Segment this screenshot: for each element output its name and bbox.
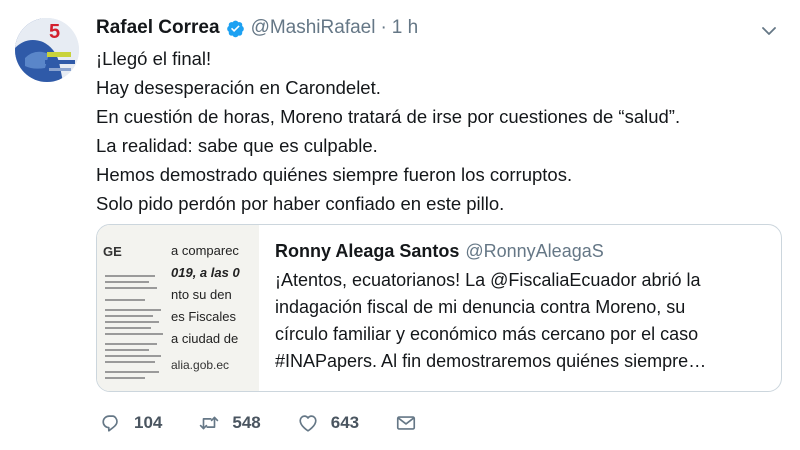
document-text: 019, a las 0 [171,265,240,280]
document-text: a ciudad de [171,331,238,346]
avatar[interactable]: 5 [15,18,79,82]
direct-message-button[interactable] [395,412,429,434]
quoted-author-name: Ronny Aleaga Santos [275,241,460,261]
document-url: alia.gob.ec [171,358,229,372]
document-logo: GE [103,244,122,259]
reply-count: 104 [134,413,163,432]
quoted-tweet-content: Ronny Aleaga Santos @RonnyAleagaS ¡Atento… [275,237,775,375]
verified-badge-icon [226,19,245,38]
svg-text:5: 5 [49,21,60,43]
like-count: 643 [330,413,360,432]
retweet-count: 548 [232,413,261,432]
tweet: 5 Rafael Correa @MashiRafael · 1 h ¡Lleg… [0,0,800,450]
tweet-text-line: La realidad: sabe que es culpable. [96,135,378,156]
reply-button[interactable]: 104 [100,412,162,434]
like-button[interactable]: 643 [297,412,359,434]
tweet-header: Rafael Correa @MashiRafael · 1 h [96,14,418,42]
more-options-chevron-icon[interactable] [760,22,778,40]
heart-icon [299,415,317,432]
separator-dot: · [380,17,387,38]
retweet-icon [200,416,219,430]
document-text: es Fiscales [171,309,237,324]
tweet-text-line: En cuestión de horas, Moreno tratará de … [96,106,681,127]
quoted-text-line: círculo familiar y económico más cercano… [275,324,699,344]
tweet-actions: 104 548 643 [100,412,465,434]
quoted-text-line: indagación fiscal de mi denuncia contra … [275,297,686,317]
quoted-text-line: ¡Atentos, ecuatorianos! La @FiscaliaEcua… [275,270,701,290]
reply-icon [102,415,118,432]
retweet-button[interactable]: 548 [198,412,261,434]
quoted-author-handle: @RonnyAleagaS [465,241,604,261]
quoted-tweet-header: Ronny Aleaga Santos @RonnyAleagaS [275,237,775,265]
document-text: a comparec [171,243,239,258]
tweet-text-line: ¡Llegó el final! [96,48,212,69]
avatar-image: 5 [15,18,79,82]
quoted-tweet-card[interactable]: GE a comparec 019, a las 0 nto su den es… [96,224,782,392]
envelope-icon [397,416,416,430]
tweet-text-line: Solo pido perdón por haber confiado en e… [96,193,505,214]
document-text: nto su den [171,287,232,302]
quoted-text-line: #INAPapers. Al fin demostraremos quiénes… [275,351,707,371]
quoted-tweet-text: ¡Atentos, ecuatorianos! La @FiscaliaEcua… [275,267,775,375]
tweet-text-line: Hemos demostrado quiénes siempre fueron … [96,164,573,185]
tweet-text-line: Hay desesperación en Carondelet. [96,77,381,98]
quoted-tweet-image: GE a comparec 019, a las 0 nto su den es… [97,225,259,391]
author-handle[interactable]: @MashiRafael [251,17,376,39]
tweet-text: ¡Llegó el final! Hay desesperación en Ca… [96,44,786,218]
timestamp[interactable]: 1 h [392,17,418,39]
author-name[interactable]: Rafael Correa [96,17,220,39]
